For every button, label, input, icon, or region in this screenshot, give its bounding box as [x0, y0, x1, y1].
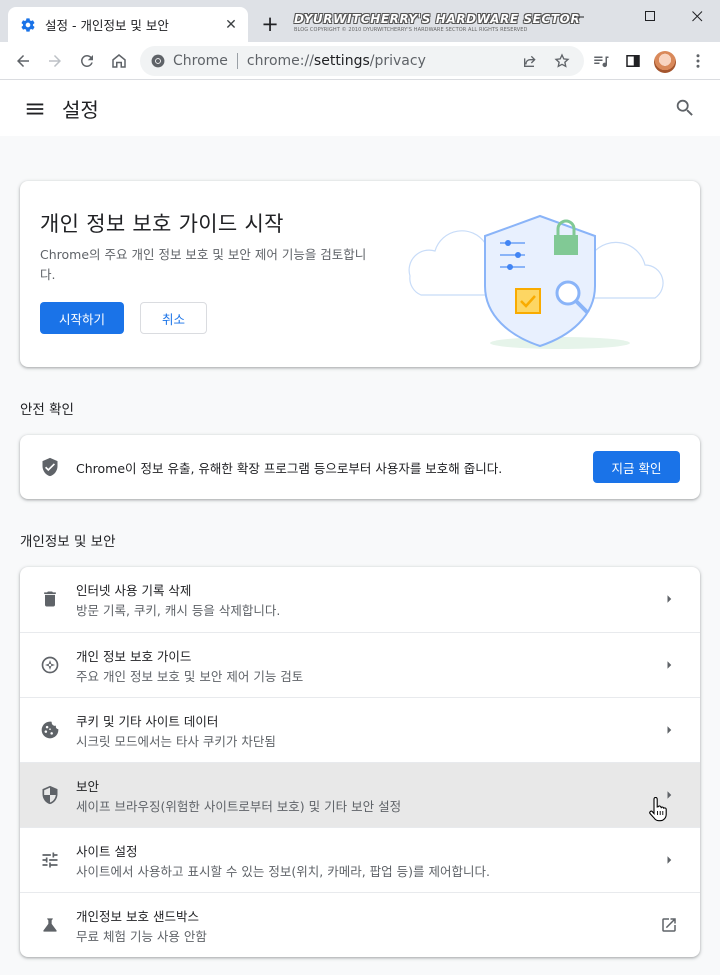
watermark-title: DYURWITCHERRY'S HARDWARE SECTOR [294, 12, 581, 26]
row-description: 무료 체험 기능 사용 안함 [76, 929, 207, 944]
hamburger-menu-icon[interactable] [24, 98, 46, 120]
open-in-new-icon [662, 918, 676, 932]
home-icon [112, 54, 126, 68]
chrome-menu-button[interactable] [684, 47, 712, 75]
address-bar[interactable]: Chrome chrome://settings/privacy [140, 46, 584, 76]
title-bar: 설정 - 개인정보 및 보안 ✕ + DYURWITCHERRY'S HARDW… [0, 0, 720, 42]
search-icon[interactable] [674, 97, 696, 119]
url-path: /privacy [369, 53, 426, 69]
tab-title: 설정 - 개인정보 및 보안 [45, 18, 169, 33]
arrow-right-icon [49, 55, 61, 67]
compass-icon [41, 656, 59, 674]
minimize-button[interactable] [556, 0, 602, 32]
row-description: 사이트에서 사용하고 표시할 수 있는 정보(위치, 카메라, 팝업 등)를 제… [76, 864, 490, 879]
forward-button[interactable] [41, 47, 69, 75]
url-scheme: chrome:// [246, 53, 314, 69]
maximize-icon [644, 10, 655, 21]
row-description: 방문 기록, 쿠키, 캐시 등을 삭제합니다. [76, 603, 281, 618]
new-tab-button[interactable]: + [258, 12, 282, 36]
tab-settings[interactable]: 설정 - 개인정보 및 보안 ✕ [8, 7, 248, 42]
chevron-right-icon [667, 726, 672, 734]
privacy-security-card: 인터넷 사용 기록 삭제 방문 기록, 쿠키, 캐시 등을 삭제합니다. 개인 … [20, 567, 700, 957]
row-description: 주요 개인 정보 보호 및 보안 제어 기능 검토 [76, 669, 304, 684]
browser-toolbar: Chrome chrome://settings/privacy [0, 42, 720, 80]
music-queue-icon [594, 56, 609, 68]
safety-check-section-title: 안전 확인 [20, 402, 74, 418]
row-description: 시크릿 모드에서는 타사 쿠키가 차단됨 [76, 734, 276, 749]
flask-icon [43, 918, 57, 932]
tab-close-icon[interactable]: ✕ [222, 16, 240, 34]
reload-button[interactable] [73, 47, 101, 75]
close-window-button[interactable] [674, 0, 720, 32]
maximize-button[interactable] [627, 0, 673, 32]
media-controls-button[interactable] [587, 47, 615, 75]
site-name: Chrome [173, 53, 228, 69]
row-label: 쿠키 및 기타 사이트 데이터 [76, 714, 219, 729]
settings-header: 설정 [0, 80, 720, 136]
more-vert-icon [696, 54, 700, 68]
hand-cursor-icon [649, 797, 667, 822]
privacy-security-section-title: 개인정보 및 보안 [20, 534, 116, 550]
trash-icon [44, 591, 56, 607]
privacy-guide-illustration [408, 214, 664, 349]
chrome-logo-icon [151, 54, 165, 68]
watermark-subtitle: BLOG COPYRIGHT © 2010 DYURWITCHERRY'S HA… [294, 27, 528, 33]
shield-icon [42, 785, 58, 805]
cancel-button[interactable]: 취소 [140, 302, 207, 334]
home-button[interactable] [105, 47, 133, 75]
tune-icon [42, 852, 58, 868]
safety-check-card: Chrome이 정보 유출, 유해한 확장 프로그램 등으로부터 사용자를 보호… [20, 435, 700, 499]
row-privacy-sandbox[interactable]: 개인정보 보호 샌드박스 무료 체험 기능 사용 안함 [20, 892, 700, 957]
privacy-guide-promo-card: 개인 정보 보호 가이드 시작 Chrome의 주요 개인 정보 보호 및 보안… [20, 181, 700, 367]
gear-icon [21, 17, 35, 32]
safety-check-text: Chrome이 정보 유출, 유해한 확장 프로그램 등으로부터 사용자를 보호… [76, 461, 503, 476]
row-label: 사이트 설정 [76, 844, 138, 859]
row-cookies[interactable]: 쿠키 및 기타 사이트 데이터 시크릿 모드에서는 타사 쿠키가 차단됨 [20, 697, 700, 762]
verified-shield-icon [42, 457, 58, 477]
row-label: 보안 [76, 779, 100, 794]
share-icon[interactable] [520, 51, 540, 71]
chevron-right-icon [667, 595, 672, 603]
page-title: 설정 [62, 98, 99, 122]
promo-description: Chrome의 주요 개인 정보 보호 및 보안 제어 기능을 검토합니다. [40, 247, 367, 282]
start-button[interactable]: 시작하기 [40, 302, 124, 334]
side-panel-icon [626, 55, 640, 67]
row-label: 인터넷 사용 기록 삭제 [76, 583, 192, 598]
row-label: 개인정보 보호 샌드박스 [76, 909, 199, 924]
row-clear-browsing-data[interactable]: 인터넷 사용 기록 삭제 방문 기록, 쿠키, 캐시 등을 삭제합니다. [20, 567, 700, 632]
reload-icon [80, 54, 93, 67]
row-site-settings[interactable]: 사이트 설정 사이트에서 사용하고 표시할 수 있는 정보(위치, 카메라, 팝… [20, 827, 700, 892]
url-text: chrome://settings/privacy [247, 53, 426, 69]
profile-avatar[interactable] [654, 51, 676, 73]
row-privacy-guide[interactable]: 개인 정보 보호 가이드 주요 개인 정보 보호 및 보안 제어 기능 검토 [20, 632, 700, 697]
check-now-button[interactable]: 지금 확인 [593, 451, 680, 483]
row-security[interactable]: 보안 세이프 브라우징(위험한 사이트로부터 보호) 및 기타 보안 설정 [20, 762, 700, 827]
chevron-right-icon [667, 661, 672, 669]
close-icon [691, 10, 702, 21]
url-host: settings [313, 53, 370, 69]
chevron-right-icon [667, 856, 672, 864]
back-button[interactable] [9, 47, 37, 75]
promo-title: 개인 정보 보호 가이드 시작 [40, 212, 284, 236]
arrow-left-icon [17, 55, 29, 67]
omnibox-divider [236, 53, 238, 69]
minimize-icon [573, 16, 584, 17]
bookmark-star-icon[interactable] [552, 51, 572, 71]
side-panel-button[interactable] [619, 47, 647, 75]
row-description: 세이프 브라우징(위험한 사이트로부터 보호) 및 기타 보안 설정 [76, 799, 402, 814]
row-label: 개인 정보 보호 가이드 [76, 649, 192, 664]
cookie-icon [41, 721, 59, 739]
watermark: DYURWITCHERRY'S HARDWARE SECTOR BLOG COP… [294, 12, 581, 33]
